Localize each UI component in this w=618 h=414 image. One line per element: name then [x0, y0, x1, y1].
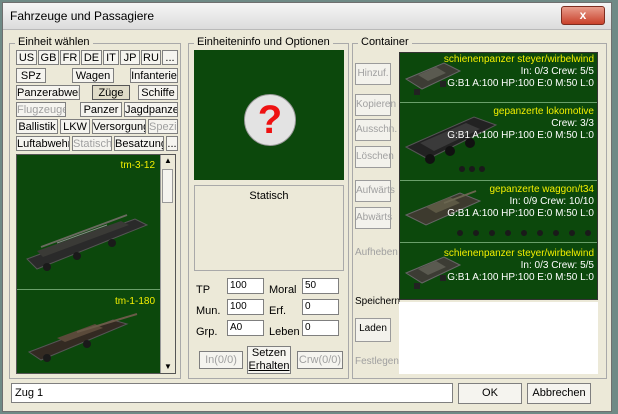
list-item[interactable]: schienenpanzer steyer/wirbelwind In: 0/3…	[400, 243, 597, 299]
hinzuf-button[interactable]: Hinzuf.	[355, 63, 391, 85]
nation-it-button[interactable]: IT	[103, 50, 119, 65]
crw-button[interactable]: Crw(0/0)	[297, 351, 343, 369]
unit-info-label: Einheiteninfo und Optionen	[194, 36, 333, 48]
erf-label: Erf.	[269, 305, 287, 317]
item-stats: G:B1 A:100 HP:100 E:0 M:50 L:0	[447, 130, 594, 141]
moral-label: Moral	[269, 284, 297, 296]
nation-more-button[interactable]: ...	[162, 50, 178, 65]
title-bar[interactable]: Fahrzeuge und Passagiere x	[3, 3, 611, 30]
category-panzerabwehr-button[interactable]: Panzerabwehr	[16, 85, 80, 100]
unit-preview: ?	[194, 50, 344, 180]
list-item[interactable]: schienenpanzer steyer/wirbelwind In: 0/3…	[400, 53, 597, 103]
tp-field[interactable]: 100	[227, 278, 264, 294]
container-button-column: Hinzuf. Kopieren Ausschn. Löschen Aufwär…	[355, 50, 400, 374]
category-versorgung-button[interactable]: Versorgung	[92, 119, 146, 134]
item-stats: G:B1 A:100 HP:100 E:0 M:50 L:0	[447, 208, 594, 219]
laden-button[interactable]: Laden	[355, 318, 391, 342]
category-statisch-button[interactable]: Statisch	[72, 136, 112, 151]
category-ballistik-button[interactable]: Ballistik	[16, 119, 58, 134]
setzen-erhalten-button[interactable]: Setzen Erhalten	[247, 346, 291, 374]
status-label: Statisch	[249, 190, 289, 202]
erf-field[interactable]: 0	[302, 299, 339, 315]
moral-field[interactable]: 50	[302, 278, 339, 294]
ausschn-button[interactable]: Ausschn.	[355, 119, 397, 141]
close-button[interactable]: x	[561, 6, 605, 25]
item-name: gepanzerte lokomotive	[493, 106, 594, 117]
item-status: In: 0/3 Crew: 5/5	[520, 260, 594, 271]
close-icon: x	[579, 8, 587, 22]
category-luftabwehr-button[interactable]: Luftabwehr	[16, 136, 70, 151]
ok-button[interactable]: OK	[458, 383, 522, 404]
scroll-down-icon[interactable]: ▼	[161, 361, 175, 373]
item-name: schienenpanzer steyer/wirbelwind	[443, 54, 594, 65]
aufwaerts-button[interactable]: Aufwärts	[355, 180, 395, 202]
nation-de-button[interactable]: DE	[81, 50, 102, 65]
kopieren-button[interactable]: Kopieren	[355, 94, 396, 116]
item-status: In: 0/3 Crew: 5/5	[520, 66, 594, 77]
category-spezial-button[interactable]: Spezial	[148, 119, 178, 134]
category-zuege-button[interactable]: Züge	[92, 85, 130, 100]
item-stats: G:B1 A:100 HP:100 E:0 M:50 L:0	[447, 272, 594, 283]
item-status: In: 0/9 Crew: 10/10	[509, 196, 595, 207]
grp-label: Grp.	[196, 326, 218, 338]
category-infanterie-button[interactable]: Infanterie	[130, 68, 178, 83]
item-stats: G:B1 A:100 HP:100 E:0 M:50 L:0	[447, 78, 594, 89]
mun-field[interactable]: 100	[227, 299, 264, 315]
leben-field[interactable]: 0	[302, 320, 339, 336]
category-schiffe-button[interactable]: Schiffe	[138, 85, 178, 100]
category-lkw-button[interactable]: LKW	[60, 119, 90, 134]
aufheben-button[interactable]: Aufheben	[355, 243, 398, 265]
loeschen-button[interactable]: Löschen	[355, 146, 394, 168]
container-list[interactable]: schienenpanzer steyer/wirbelwind In: 0/3…	[399, 52, 598, 300]
abwaerts-button[interactable]: Abwärts	[355, 207, 392, 229]
dialog-window: Fahrzeuge und Passagiere x Einheit wähle…	[2, 2, 612, 412]
category-wagen-button[interactable]: Wagen	[72, 68, 114, 83]
unit-select-group: Einheit wählen US GB FR DE IT JP RU ... …	[9, 36, 181, 379]
cancel-button[interactable]: Abbrechen	[527, 383, 591, 404]
festlegen-button[interactable]: Festlegen	[355, 352, 399, 374]
list-scrollbar[interactable]: ▲ ▼	[160, 155, 175, 373]
mun-label: Mun.	[196, 305, 221, 317]
container-empty-area[interactable]	[399, 302, 598, 374]
unit-info-group: Einheiteninfo und Optionen ? Statisch TP…	[188, 36, 349, 379]
unknown-unit-icon: ?	[244, 94, 296, 146]
category-flugzeuge-button[interactable]: Flugzeuge	[16, 102, 66, 117]
container-label: Container	[358, 36, 412, 48]
leben-label: Leben	[269, 326, 300, 338]
tp-label: TP	[196, 284, 211, 296]
item-name: schienenpanzer steyer/wirbelwind	[443, 248, 594, 259]
erhalten-label: Erhalten	[248, 360, 290, 372]
list-item[interactable]: gepanzerte waggon/t34 In: 0/9 Crew: 10/1…	[400, 181, 597, 243]
category-more-button[interactable]: ...	[166, 136, 178, 151]
item-status: Crew: 3/3	[551, 118, 594, 129]
scroll-thumb[interactable]	[162, 169, 173, 203]
speichern-button[interactable]: Speichern	[355, 292, 400, 314]
group-name-input[interactable]: Zug 1	[11, 383, 453, 403]
train-car-image	[27, 313, 138, 362]
nation-gb-button[interactable]: GB	[38, 50, 59, 65]
category-besatzung-button[interactable]: Besatzung	[114, 136, 164, 151]
in-button[interactable]: In(0/0)	[199, 351, 243, 369]
unit-list[interactable]: tm-3-12 tm-1-180 ▲ ▼	[16, 154, 176, 374]
setzen-label: Setzen	[251, 347, 287, 359]
container-group: Container Hinzuf. Kopieren Ausschn. Lösc…	[352, 36, 607, 379]
nation-jp-button[interactable]: JP	[120, 50, 140, 65]
category-panzer-button[interactable]: Panzer	[80, 102, 122, 117]
nation-us-button[interactable]: US	[16, 50, 37, 65]
unit-select-label: Einheit wählen	[15, 36, 93, 48]
nation-ru-button[interactable]: RU	[141, 50, 161, 65]
list-item[interactable]: tm-3-12	[17, 155, 161, 290]
window-title: Fahrzeuge und Passagiere	[10, 9, 155, 23]
scroll-up-icon[interactable]: ▲	[161, 155, 175, 167]
category-jagdpanzer-button[interactable]: Jagdpanzer	[124, 102, 178, 117]
nation-fr-button[interactable]: FR	[60, 50, 80, 65]
list-item[interactable]: tm-1-180	[17, 290, 161, 373]
category-spz-button[interactable]: SPz	[16, 68, 46, 83]
list-item[interactable]: gepanzerte lokomotive Crew: 3/3 G:B1 A:1…	[400, 103, 597, 181]
status-panel: Statisch	[194, 185, 344, 271]
train-car-image	[26, 214, 149, 271]
grp-field[interactable]: A0	[227, 320, 264, 336]
item-name: gepanzerte waggon/t34	[489, 184, 594, 195]
